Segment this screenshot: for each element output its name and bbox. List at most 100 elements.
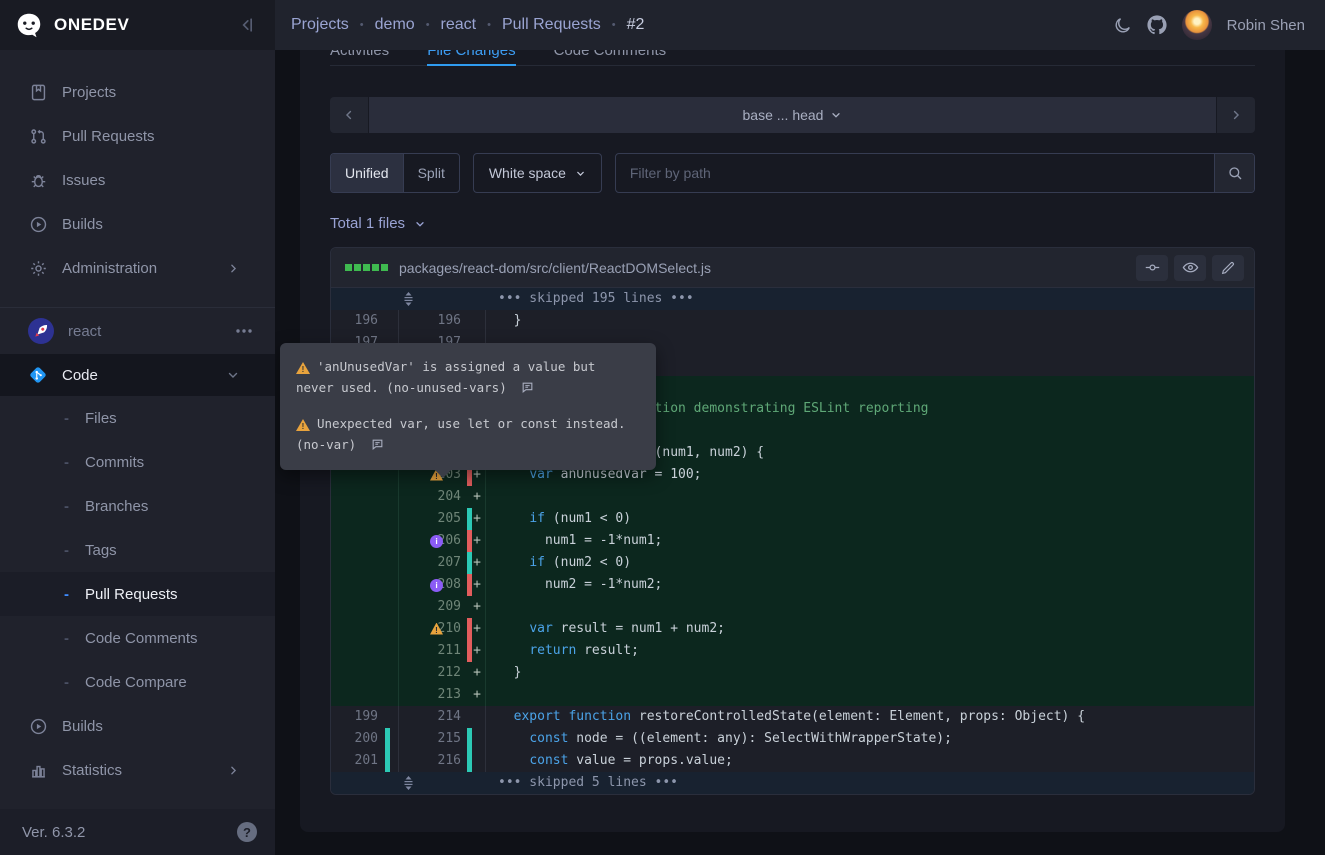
revision-bar: base ... head bbox=[330, 97, 1255, 133]
info-icon[interactable]: i bbox=[430, 579, 443, 592]
revision-next-button[interactable] bbox=[1217, 97, 1255, 133]
diff-line: 207+ if (num2 < 0) bbox=[331, 552, 1254, 574]
gear-icon bbox=[28, 259, 48, 278]
dash-icon: - bbox=[64, 454, 85, 471]
breadcrumb-current[interactable]: #2 bbox=[627, 16, 645, 34]
split-mode-button[interactable]: Split bbox=[404, 154, 459, 192]
sidebar-item-administration[interactable]: Administration bbox=[0, 246, 275, 290]
sidebar-item-pull-requests[interactable]: -Pull Requests bbox=[0, 572, 275, 616]
pull-request-icon bbox=[28, 127, 48, 146]
code-line: const value = props.value; bbox=[486, 750, 1254, 772]
breadcrumb-link-demo[interactable]: demo bbox=[375, 16, 415, 34]
whitespace-dropdown[interactable]: White space bbox=[473, 153, 602, 193]
search-button[interactable] bbox=[1214, 154, 1254, 192]
book-icon bbox=[28, 83, 48, 102]
main-area: ActivitiesFile ChangesCode Comments base… bbox=[275, 0, 1325, 855]
old-line-number bbox=[331, 486, 399, 508]
code-line: num1 = -1*num1; bbox=[486, 530, 1254, 552]
sidebar-item-issues[interactable]: Issues bbox=[0, 158, 275, 202]
sidebar-project-row[interactable]: react bbox=[0, 308, 275, 354]
new-line-number: 210!+ bbox=[399, 618, 486, 640]
added-line-marker: + bbox=[473, 662, 481, 684]
old-line-number bbox=[331, 552, 399, 574]
added-line-marker: + bbox=[473, 596, 481, 618]
sidebar-item-projects[interactable]: Projects bbox=[0, 70, 275, 114]
sidebar-item-builds[interactable]: Builds bbox=[0, 202, 275, 246]
revision-range-button[interactable]: base ... head bbox=[369, 97, 1216, 133]
view-commit-button[interactable] bbox=[1136, 255, 1168, 281]
sidebar-item-label: Code Comments bbox=[85, 630, 198, 647]
skip-expand-button[interactable] bbox=[331, 772, 486, 794]
sidebar-item-files[interactable]: -Files bbox=[0, 396, 275, 440]
warning-icon[interactable]: ! bbox=[430, 623, 443, 635]
expand-icon bbox=[403, 292, 414, 306]
sidebar-item-label: Tags bbox=[85, 542, 117, 559]
change-block bbox=[345, 264, 352, 271]
files-summary-toggle[interactable]: Total 1 files bbox=[330, 215, 1255, 232]
old-line-number bbox=[331, 640, 399, 662]
comment-icon[interactable] bbox=[371, 436, 384, 457]
diff-skip-row: ••• skipped 5 lines ••• bbox=[331, 772, 1254, 794]
new-line-number: 196 bbox=[399, 310, 486, 332]
breadcrumb-link-pull-requests[interactable]: Pull Requests bbox=[502, 16, 601, 34]
code-line: const node = ((element: any): SelectWith… bbox=[486, 728, 1254, 750]
lint-tooltip: !'anUnusedVar' is assigned a value but n… bbox=[280, 343, 656, 470]
rocket-icon bbox=[28, 318, 54, 344]
diff-toolbar: Unified Split White space bbox=[330, 153, 1255, 193]
diff-line: 200215 const node = ((element: any): Sel… bbox=[331, 728, 1254, 750]
sidebar-item-builds[interactable]: Builds bbox=[0, 704, 275, 748]
play-circle-icon bbox=[28, 215, 48, 234]
help-icon[interactable]: ? bbox=[237, 822, 257, 842]
sidebar-collapse-button[interactable] bbox=[237, 15, 257, 35]
chevron-down-icon bbox=[414, 218, 426, 230]
diff-mode-group: Unified Split bbox=[330, 153, 460, 193]
topbar-actions: Robin Shen bbox=[1113, 10, 1305, 40]
dash-icon: - bbox=[64, 630, 85, 647]
code-line: return result; bbox=[486, 640, 1254, 662]
moon-icon[interactable] bbox=[1113, 16, 1132, 35]
sidebar-item-code-comments[interactable]: -Code Comments bbox=[0, 616, 275, 660]
breadcrumb-separator: • bbox=[487, 19, 491, 31]
avatar[interactable] bbox=[1182, 10, 1212, 40]
new-line-number: 205+ bbox=[399, 508, 486, 530]
edit-file-button[interactable] bbox=[1212, 255, 1244, 281]
added-line-marker: + bbox=[473, 640, 481, 662]
sidebar-logo: ONEDEV bbox=[0, 0, 275, 50]
sidebar-item-code[interactable]: Code bbox=[0, 354, 275, 396]
dash-icon: - bbox=[64, 498, 85, 515]
sidebar-item-tags[interactable]: -Tags bbox=[0, 528, 275, 572]
old-line-number: 199 bbox=[331, 706, 399, 728]
coverage-bar bbox=[467, 574, 472, 596]
breadcrumb-link-projects[interactable]: Projects bbox=[291, 16, 349, 34]
view-file-button[interactable] bbox=[1174, 255, 1206, 281]
path-filter-input[interactable] bbox=[616, 154, 1214, 192]
bug-icon bbox=[28, 171, 48, 190]
sidebar-item-code-compare[interactable]: -Code Compare bbox=[0, 660, 275, 704]
unified-mode-button[interactable]: Unified bbox=[331, 154, 404, 192]
added-line-marker: + bbox=[473, 618, 481, 640]
version-label: Ver. 6.3.2 bbox=[22, 824, 85, 841]
file-header: packages/react-dom/src/client/ReactDOMSe… bbox=[331, 248, 1254, 288]
sidebar-item-statistics[interactable]: Statistics bbox=[0, 748, 275, 792]
comment-icon[interactable] bbox=[521, 379, 534, 400]
new-line-number: 215 bbox=[399, 728, 486, 750]
diff-line: 212+ } bbox=[331, 662, 1254, 684]
project-menu-ellipsis-icon[interactable] bbox=[235, 328, 253, 334]
info-icon[interactable]: i bbox=[430, 535, 443, 548]
eye-icon bbox=[1182, 259, 1199, 276]
lint-message-text: Unexpected var, use let or const instead… bbox=[296, 416, 626, 452]
github-icon[interactable] bbox=[1147, 15, 1167, 35]
new-line-number: 212+ bbox=[399, 662, 486, 684]
skip-expand-button[interactable] bbox=[331, 288, 486, 310]
code-line: } bbox=[486, 662, 1254, 684]
diff-line: 208i+ num2 = -1*num2; bbox=[331, 574, 1254, 596]
sidebar-item-label: Code Compare bbox=[85, 674, 187, 691]
sidebar-item-pull-requests[interactable]: Pull Requests bbox=[0, 114, 275, 158]
sidebar-item-commits[interactable]: -Commits bbox=[0, 440, 275, 484]
revision-prev-button[interactable] bbox=[330, 97, 368, 133]
code-line: var result = num1 + num2; bbox=[486, 618, 1254, 640]
sidebar-code-subnav: -Files-Commits-Branches-Tags-Pull Reques… bbox=[0, 396, 275, 704]
user-name[interactable]: Robin Shen bbox=[1227, 17, 1305, 34]
sidebar-item-branches[interactable]: -Branches bbox=[0, 484, 275, 528]
breadcrumb-link-react[interactable]: react bbox=[441, 16, 477, 34]
